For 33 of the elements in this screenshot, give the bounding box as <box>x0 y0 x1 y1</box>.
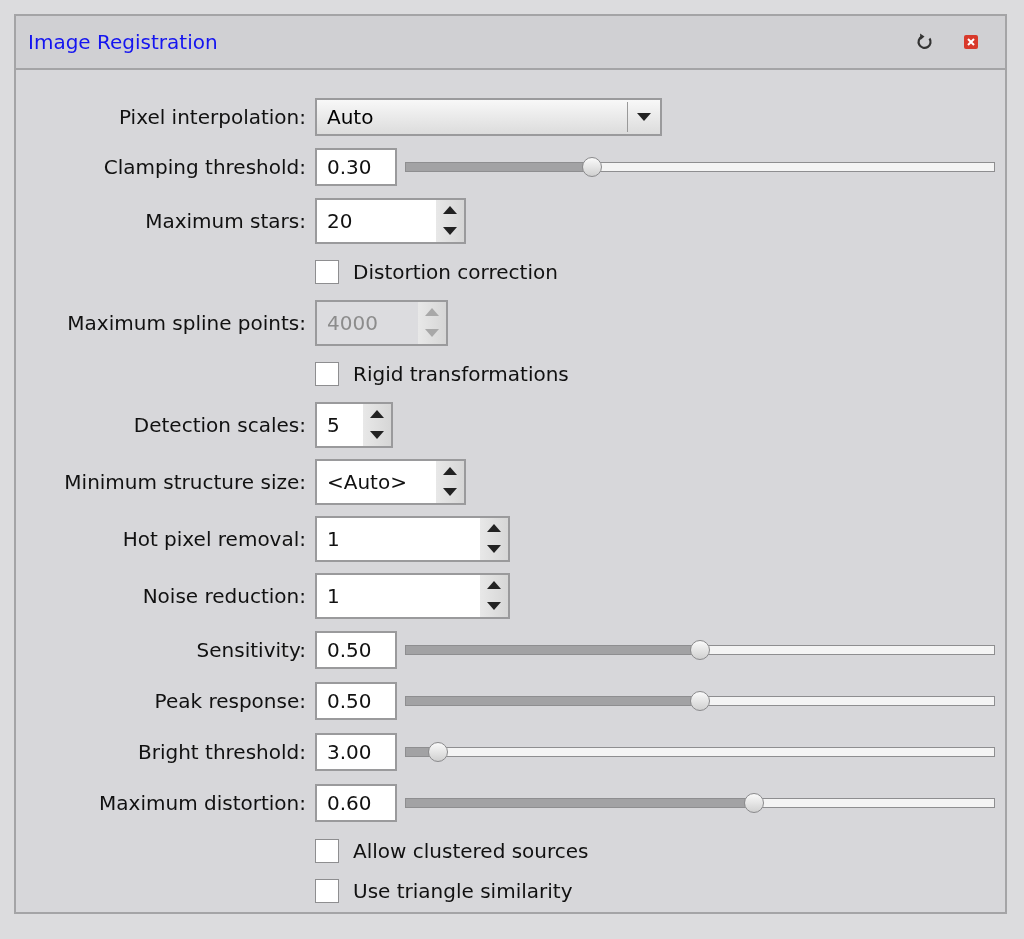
checkbox-label: Allow clustered sources <box>353 838 589 863</box>
field-label: Noise reduction: <box>141 583 306 608</box>
field-label: Minimum structure size: <box>63 469 306 494</box>
field-label: Maximum distortion: <box>98 790 306 815</box>
dropdown[interactable]: Auto <box>315 98 662 136</box>
value-field[interactable]: 0.50 <box>315 681 397 720</box>
spin-box[interactable]: <Auto> <box>315 458 466 505</box>
checkbox-label: Rigid transformations <box>353 361 569 386</box>
number-field[interactable]: 1 <box>317 574 480 617</box>
field-label: Pixel interpolation: <box>118 105 306 129</box>
field-label: Detection scales: <box>132 412 306 437</box>
checkbox-label: Use triangle similarity <box>353 879 573 903</box>
value-field[interactable]: 0.50 <box>315 630 397 669</box>
value-field[interactable]: 0.30 <box>315 147 397 186</box>
field-label: Hot pixel removal: <box>121 526 306 551</box>
checkbox-label: Distortion correction <box>353 259 558 284</box>
number-field[interactable]: <Auto> <box>317 460 436 503</box>
window-title: Image Registration <box>28 30 219 54</box>
value-field[interactable]: 3.00 <box>315 732 397 771</box>
number-field[interactable]: 20 <box>317 199 436 242</box>
field-label: Maximum stars: <box>144 208 306 233</box>
spin-box[interactable]: 20 <box>315 197 466 244</box>
spin-box[interactable]: 5 <box>315 401 393 448</box>
number-field[interactable]: 1 <box>317 517 480 560</box>
field-label: Clamping threshold: <box>102 154 306 179</box>
spin-box[interactable]: 1 <box>315 572 510 619</box>
field-label: Bright threshold: <box>137 739 306 764</box>
field-label: Maximum spline points: <box>66 310 306 335</box>
value-field[interactable]: 0.60 <box>315 783 397 822</box>
spin-box[interactable]: 1 <box>315 515 510 562</box>
number-field[interactable]: 5 <box>317 403 363 446</box>
field-label: Sensitivity: <box>195 637 306 662</box>
field-label: Peak response: <box>153 688 306 713</box>
